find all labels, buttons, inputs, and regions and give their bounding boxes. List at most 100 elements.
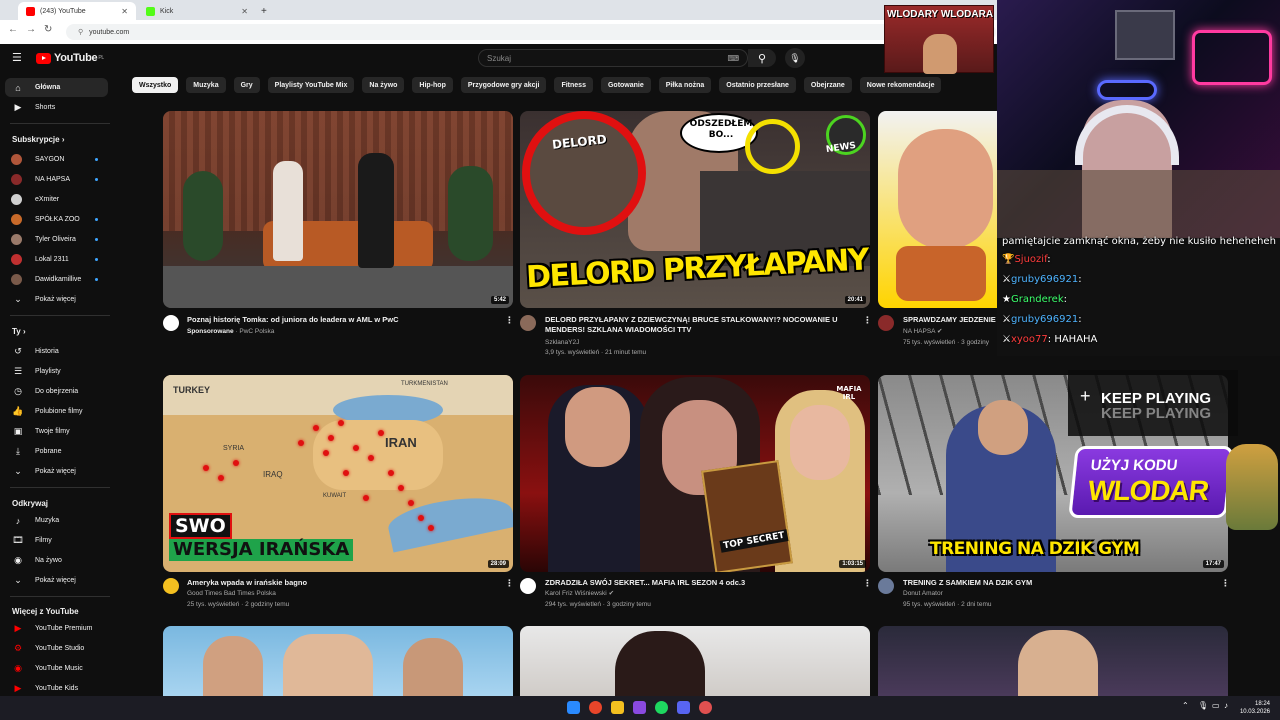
network-icon[interactable]: ▭: [1212, 701, 1220, 710]
more-options-icon[interactable]: ⋮: [505, 315, 514, 326]
app-icon[interactable]: [699, 701, 712, 714]
search-button[interactable]: ⚲: [748, 49, 776, 67]
video-thumbnail[interactable]: [878, 111, 997, 308]
show-more-subs[interactable]: ⌄ Pokaż więcej: [5, 290, 108, 309]
tab-kick[interactable]: Kick ✕: [138, 2, 256, 20]
chip-live[interactable]: Na żywo: [362, 77, 405, 93]
video-thumbnail[interactable]: [520, 626, 870, 696]
video-thumbnail[interactable]: [878, 626, 1228, 696]
video-thumbnail[interactable]: 5:42: [163, 111, 513, 308]
chip-fitness[interactable]: Fitness: [554, 77, 593, 93]
windows-start-icon[interactable]: [567, 701, 580, 714]
channel-avatar[interactable]: [520, 315, 536, 331]
youtube-logo[interactable]: YouTube PL: [36, 52, 104, 64]
video-title[interactable]: DELORD PRZYŁAPANY Z DZIEWCZYNĄ! BRUCE ST…: [545, 315, 855, 335]
video-title[interactable]: ZDRADZIŁA SWÓJ SEKRET... MAFIA IRL SEZON…: [545, 578, 855, 588]
more-options-icon[interactable]: ⋮: [1221, 578, 1230, 589]
hot-dogs: [896, 246, 986, 301]
voice-search-button[interactable]: 🎙: [785, 48, 805, 68]
channel-name[interactable]: Donut Amator: [903, 589, 943, 599]
microphone-tray-icon[interactable]: 🎙: [1198, 701, 1208, 710]
search-input[interactable]: Szukaj ⌨: [478, 49, 748, 67]
more-options-icon[interactable]: ⋮: [505, 578, 514, 589]
spotify-icon[interactable]: [655, 701, 668, 714]
sidebar-item-watch-later[interactable]: ◷ Do obejrzenia: [5, 382, 108, 401]
back-icon[interactable]: ←: [8, 24, 18, 35]
chip-mix[interactable]: Playlisty YouTube Mix: [267, 77, 355, 93]
channel-name[interactable]: SzklanaY2J: [545, 338, 579, 348]
subscriptions-heading[interactable]: Subskrypcje ›: [12, 135, 64, 144]
sidebar-item-premium[interactable]: ▶ YouTube Premium: [5, 619, 108, 638]
channel-name[interactable]: Good Times Bad Times Polska: [187, 589, 276, 599]
video-title[interactable]: SPRAWDZAMY JEDZENIE Z: [903, 315, 998, 325]
close-tab-icon[interactable]: ✕: [241, 7, 248, 16]
channel-name[interactable]: Karol Friz Wiśniewski ✔: [545, 589, 614, 599]
sidebar-item-sub[interactable]: NA HAPSA: [5, 170, 108, 189]
chrome-icon[interactable]: [589, 701, 602, 714]
channel-avatar[interactable]: [878, 578, 894, 594]
sidebar-item-sub[interactable]: Tyler Oliveira: [5, 230, 108, 249]
sidebar-item-sub[interactable]: Dawidkamillive: [5, 270, 108, 289]
more-options-icon[interactable]: ⋮: [863, 578, 872, 589]
video-thumbnail[interactable]: TURKEY SYRIA IRAQ IRAN KUWAIT TURKMENIST…: [163, 375, 513, 572]
channel-avatar[interactable]: [520, 578, 536, 594]
you-heading[interactable]: Ty ›: [12, 327, 26, 336]
person-left: [203, 636, 263, 696]
sidebar-item-history[interactable]: ↺ Historia: [5, 342, 108, 361]
url-field[interactable]: ⚲ youtube.com: [66, 24, 996, 40]
sidebar-item-liked[interactable]: 👍 Polubione filmy: [5, 402, 108, 421]
video-title[interactable]: TRENING Z SAMKIEM NA DZIK GYM: [903, 578, 1213, 588]
chat-message: 🏆Sjuozif:: [1002, 254, 1051, 265]
sidebar-item-playlists[interactable]: ☰ Playlisty: [5, 362, 108, 381]
sidebar-item-sub[interactable]: SAYGON: [5, 150, 108, 169]
more-options-icon[interactable]: ⋮: [863, 315, 872, 326]
volume-icon[interactable]: ♪: [1224, 701, 1228, 710]
chip-games[interactable]: Gry: [233, 77, 260, 93]
sidebar-item-sub[interactable]: SPÓŁKA ZOO: [5, 210, 108, 229]
new-tab-button[interactable]: +: [258, 2, 272, 20]
channel-avatar[interactable]: [163, 315, 179, 331]
discord-icon[interactable]: [677, 701, 690, 714]
sidebar-item-downloads[interactable]: ⤓ Pobrane: [5, 442, 108, 461]
sidebar-item-music[interactable]: ♪ Muzyka: [5, 511, 108, 530]
tab-youtube[interactable]: (243) YouTube ✕: [18, 2, 136, 20]
sidebar-item-studio[interactable]: ⚙ YouTube Studio: [5, 639, 108, 658]
channel-name[interactable]: NA HAPSA ✔: [903, 327, 942, 337]
tray-chevron-icon[interactable]: ⌃: [1182, 701, 1189, 710]
video-title[interactable]: Ameryka wpada w irańskie bagno: [187, 578, 497, 588]
sidebar-item-sub[interactable]: eXmiter: [5, 190, 108, 209]
chip-hiphop[interactable]: Hip-hop: [412, 77, 453, 93]
sidebar-item-music-app[interactable]: ◉ YouTube Music: [5, 659, 108, 678]
video-thumbnail[interactable]: [163, 626, 513, 696]
chip-action-adventure[interactable]: Przygodowe gry akcji: [460, 77, 547, 93]
sidebar-item-shorts[interactable]: ▶ Shorts: [5, 98, 108, 117]
video-title[interactable]: Poznaj historię Tomka: od juniora do lea…: [187, 315, 497, 325]
sidebar-item-sub[interactable]: Lokal 2311: [5, 250, 108, 269]
reload-icon[interactable]: ↻: [44, 24, 52, 35]
sidebar-item-home[interactable]: ⌂ Główna: [5, 78, 108, 97]
show-more-explore[interactable]: ⌄ Pokaż więcej: [5, 571, 108, 590]
system-clock[interactable]: 18:24 10.03.2026: [1240, 700, 1270, 716]
video-thumbnail[interactable]: DELORD ODSZEDŁEM BO... NEWS DELORD PRZYŁ…: [520, 111, 870, 308]
channel-avatar[interactable]: [163, 578, 179, 594]
sidebar-item-films[interactable]: 🎞 Filmy: [5, 531, 108, 550]
show-more-you[interactable]: ⌄ Pokaż więcej: [5, 462, 108, 481]
close-tab-icon[interactable]: ✕: [121, 7, 128, 16]
chip-new[interactable]: Nowe rekomendacje: [859, 77, 942, 93]
chip-football[interactable]: Piłka nożna: [658, 77, 712, 93]
channel-avatar[interactable]: [878, 315, 894, 331]
site-info-icon[interactable]: ⚲: [78, 28, 83, 36]
keyboard-icon[interactable]: ⌨: [727, 54, 739, 63]
forward-icon[interactable]: →: [26, 24, 36, 35]
chip-watched[interactable]: Obejrzane: [803, 77, 852, 93]
chip-recent[interactable]: Ostatnio przesłane: [719, 77, 796, 93]
app-icon[interactable]: [633, 701, 646, 714]
chip-all[interactable]: Wszystko: [132, 77, 179, 93]
file-explorer-icon[interactable]: [611, 701, 624, 714]
sidebar-item-your-videos[interactable]: ▣ Twoje filmy: [5, 422, 108, 441]
sidebar-item-live[interactable]: ◉ Na żywo: [5, 551, 108, 570]
menu-icon[interactable]: ☰: [12, 51, 22, 64]
chip-music[interactable]: Muzyka: [186, 77, 226, 93]
chip-cooking[interactable]: Gotowanie: [600, 77, 651, 93]
video-thumbnail[interactable]: TOP SECRET MAFIA IRL 1:03:15: [520, 375, 870, 572]
